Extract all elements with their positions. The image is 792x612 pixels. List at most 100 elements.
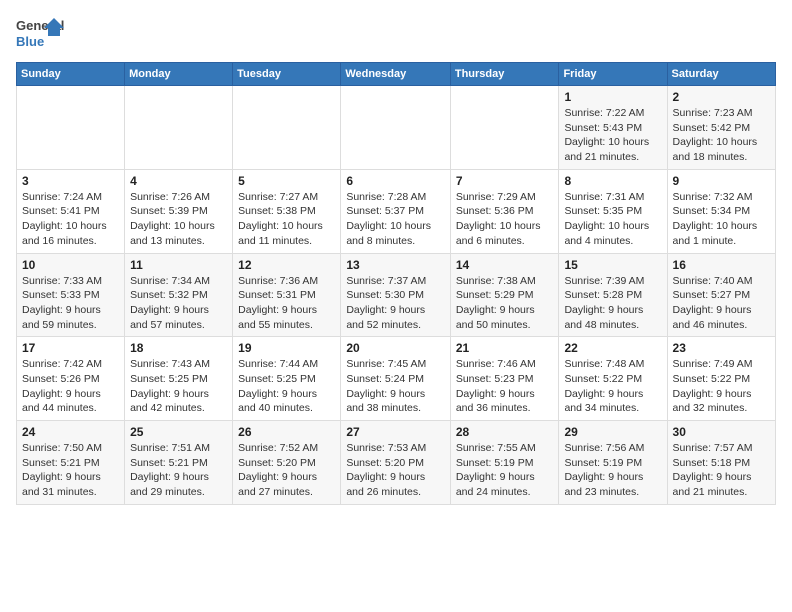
day-number: 6 <box>346 174 445 188</box>
day-number: 8 <box>564 174 661 188</box>
weekday-header-wednesday: Wednesday <box>341 63 451 86</box>
day-cell-3: 3 Sunrise: 7:24 AMSunset: 5:41 PMDaylight… <box>17 169 125 253</box>
day-info: Sunrise: 7:26 AMSunset: 5:39 PMDaylight:… <box>130 190 227 249</box>
day-cell-8: 8 Sunrise: 7:31 AMSunset: 5:35 PMDaylight… <box>559 169 667 253</box>
weekday-header-thursday: Thursday <box>450 63 559 86</box>
day-info: Sunrise: 7:44 AMSunset: 5:25 PMDaylight:… <box>238 357 335 416</box>
day-number: 15 <box>564 258 661 272</box>
week-row-3: 17 Sunrise: 7:42 AMSunset: 5:26 PMDayligh… <box>17 337 776 421</box>
empty-cell <box>341 86 451 170</box>
day-info: Sunrise: 7:53 AMSunset: 5:20 PMDaylight:… <box>346 441 445 500</box>
day-info: Sunrise: 7:36 AMSunset: 5:31 PMDaylight:… <box>238 274 335 333</box>
day-number: 1 <box>564 90 661 104</box>
day-number: 23 <box>673 341 770 355</box>
week-row-4: 24Sunrise: 7:50 AMSunset: 5:21 PMDayligh… <box>17 421 776 505</box>
weekday-header-sunday: Sunday <box>17 63 125 86</box>
day-info: Sunrise: 7:43 AMSunset: 5:25 PMDaylight:… <box>130 357 227 416</box>
page: GeneralBlue SundayMondayTuesdayWednesday… <box>0 0 792 517</box>
day-cell-17: 17 Sunrise: 7:42 AMSunset: 5:26 PMDayligh… <box>17 337 125 421</box>
day-number: 25 <box>130 425 227 439</box>
day-cell-6: 6 Sunrise: 7:28 AMSunset: 5:37 PMDaylight… <box>341 169 451 253</box>
day-cell-28: 28 Sunrise: 7:55 AMSunset: 5:19 PMDayligh… <box>450 421 559 505</box>
day-info: Sunrise: 7:46 AMSunset: 5:23 PMDaylight:… <box>456 357 554 416</box>
day-number: 29 <box>564 425 661 439</box>
week-row-0: 1 Sunrise: 7:22 AMSunset: 5:43 PMDaylight… <box>17 86 776 170</box>
day-number: 3 <box>22 174 119 188</box>
day-cell-26: 26Sunrise: 7:52 AMSunset: 5:20 PMDayligh… <box>233 421 341 505</box>
empty-cell <box>17 86 125 170</box>
day-number: 16 <box>673 258 770 272</box>
day-cell-29: 29 Sunrise: 7:56 AMSunset: 5:19 PMDayligh… <box>559 421 667 505</box>
day-info: Sunrise: 7:34 AMSunset: 5:32 PMDaylight:… <box>130 274 227 333</box>
day-info: Sunrise: 7:48 AMSunset: 5:22 PMDaylight:… <box>564 357 661 416</box>
logo-icon: GeneralBlue <box>16 16 66 52</box>
weekday-header-saturday: Saturday <box>667 63 775 86</box>
day-cell-30: 30 Sunrise: 7:57 AMSunset: 5:18 PMDayligh… <box>667 421 775 505</box>
day-number: 18 <box>130 341 227 355</box>
day-cell-9: 9Sunrise: 7:32 AMSunset: 5:34 PMDaylight… <box>667 169 775 253</box>
day-number: 7 <box>456 174 554 188</box>
day-cell-25: 25Sunrise: 7:51 AMSunset: 5:21 PMDayligh… <box>125 421 233 505</box>
day-cell-23: 23 Sunrise: 7:49 AMSunset: 5:22 PMDayligh… <box>667 337 775 421</box>
day-info: Sunrise: 7:42 AMSunset: 5:26 PMDaylight:… <box>22 357 119 416</box>
week-row-1: 3 Sunrise: 7:24 AMSunset: 5:41 PMDaylight… <box>17 169 776 253</box>
day-cell-22: 22 Sunrise: 7:48 AMSunset: 5:22 PMDayligh… <box>559 337 667 421</box>
day-number: 5 <box>238 174 335 188</box>
day-number: 20 <box>346 341 445 355</box>
day-info: Sunrise: 7:22 AMSunset: 5:43 PMDaylight:… <box>564 106 661 165</box>
day-info: Sunrise: 7:38 AMSunset: 5:29 PMDaylight:… <box>456 274 554 333</box>
day-cell-4: 4 Sunrise: 7:26 AMSunset: 5:39 PMDaylight… <box>125 169 233 253</box>
day-info: Sunrise: 7:57 AMSunset: 5:18 PMDaylight:… <box>673 441 770 500</box>
day-cell-13: 13 Sunrise: 7:37 AMSunset: 5:30 PMDayligh… <box>341 253 451 337</box>
day-number: 30 <box>673 425 770 439</box>
day-info: Sunrise: 7:50 AMSunset: 5:21 PMDaylight:… <box>22 441 119 500</box>
day-info: Sunrise: 7:40 AMSunset: 5:27 PMDaylight:… <box>673 274 770 333</box>
header: GeneralBlue <box>16 16 776 52</box>
calendar-body: 1 Sunrise: 7:22 AMSunset: 5:43 PMDaylight… <box>17 86 776 505</box>
day-info: Sunrise: 7:31 AMSunset: 5:35 PMDaylight:… <box>564 190 661 249</box>
week-row-2: 10 Sunrise: 7:33 AMSunset: 5:33 PMDayligh… <box>17 253 776 337</box>
day-cell-18: 18 Sunrise: 7:43 AMSunset: 5:25 PMDayligh… <box>125 337 233 421</box>
day-info: Sunrise: 7:56 AMSunset: 5:19 PMDaylight:… <box>564 441 661 500</box>
day-number: 10 <box>22 258 119 272</box>
empty-cell <box>450 86 559 170</box>
day-number: 13 <box>346 258 445 272</box>
svg-text:Blue: Blue <box>16 34 44 49</box>
day-cell-16: 16 Sunrise: 7:40 AMSunset: 5:27 PMDayligh… <box>667 253 775 337</box>
day-info: Sunrise: 7:37 AMSunset: 5:30 PMDaylight:… <box>346 274 445 333</box>
day-number: 9 <box>673 174 770 188</box>
day-info: Sunrise: 7:27 AMSunset: 5:38 PMDaylight:… <box>238 190 335 249</box>
day-number: 12 <box>238 258 335 272</box>
day-info: Sunrise: 7:55 AMSunset: 5:19 PMDaylight:… <box>456 441 554 500</box>
weekday-header-monday: Monday <box>125 63 233 86</box>
day-cell-7: 7 Sunrise: 7:29 AMSunset: 5:36 PMDaylight… <box>450 169 559 253</box>
day-info: Sunrise: 7:49 AMSunset: 5:22 PMDaylight:… <box>673 357 770 416</box>
weekday-header-tuesday: Tuesday <box>233 63 341 86</box>
calendar-table: SundayMondayTuesdayWednesdayThursdayFrid… <box>16 62 776 505</box>
day-number: 2 <box>673 90 770 104</box>
day-info: Sunrise: 7:29 AMSunset: 5:36 PMDaylight:… <box>456 190 554 249</box>
day-cell-10: 10 Sunrise: 7:33 AMSunset: 5:33 PMDayligh… <box>17 253 125 337</box>
day-cell-11: 11 Sunrise: 7:34 AMSunset: 5:32 PMDayligh… <box>125 253 233 337</box>
day-cell-19: 19 Sunrise: 7:44 AMSunset: 5:25 PMDayligh… <box>233 337 341 421</box>
day-number: 22 <box>564 341 661 355</box>
logo: GeneralBlue <box>16 16 66 52</box>
day-info: Sunrise: 7:33 AMSunset: 5:33 PMDaylight:… <box>22 274 119 333</box>
day-cell-21: 21 Sunrise: 7:46 AMSunset: 5:23 PMDayligh… <box>450 337 559 421</box>
day-info: Sunrise: 7:28 AMSunset: 5:37 PMDaylight:… <box>346 190 445 249</box>
day-number: 4 <box>130 174 227 188</box>
day-number: 17 <box>22 341 119 355</box>
day-cell-14: 14 Sunrise: 7:38 AMSunset: 5:29 PMDayligh… <box>450 253 559 337</box>
day-number: 11 <box>130 258 227 272</box>
day-info: Sunrise: 7:52 AMSunset: 5:20 PMDaylight:… <box>238 441 335 500</box>
day-number: 14 <box>456 258 554 272</box>
day-cell-27: 27Sunrise: 7:53 AMSunset: 5:20 PMDayligh… <box>341 421 451 505</box>
day-info: Sunrise: 7:24 AMSunset: 5:41 PMDaylight:… <box>22 190 119 249</box>
day-cell-1: 1 Sunrise: 7:22 AMSunset: 5:43 PMDaylight… <box>559 86 667 170</box>
day-cell-5: 5 Sunrise: 7:27 AMSunset: 5:38 PMDaylight… <box>233 169 341 253</box>
day-number: 21 <box>456 341 554 355</box>
day-number: 28 <box>456 425 554 439</box>
header-row: SundayMondayTuesdayWednesdayThursdayFrid… <box>17 63 776 86</box>
day-number: 19 <box>238 341 335 355</box>
day-cell-12: 12 Sunrise: 7:36 AMSunset: 5:31 PMDayligh… <box>233 253 341 337</box>
